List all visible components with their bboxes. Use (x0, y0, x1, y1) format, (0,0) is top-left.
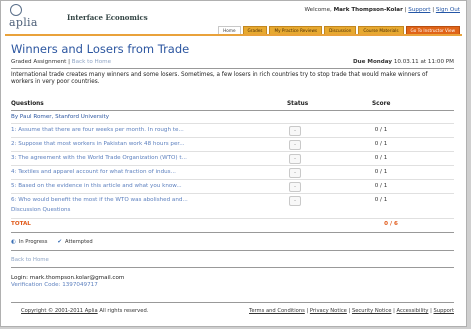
status-indicator: - (289, 196, 301, 206)
question-rows: 1: Assume that there are four weeks per … (11, 123, 454, 207)
back-to-home-bottom-link[interactable]: Back to Home (11, 257, 49, 263)
accessibility-link[interactable]: Accessibility (397, 308, 429, 314)
header-divider (11, 110, 454, 111)
question-link[interactable]: 4: Textiles and apparel account for what… (11, 169, 176, 175)
page-title: Winners and Losers from Trade (11, 42, 190, 56)
title-divider (11, 68, 454, 69)
user-name: Mark Thompson-Kolar (333, 7, 403, 13)
author-link[interactable]: By Paul Romer, Stanford University (11, 114, 109, 120)
legend-in-progress-label: In Progress (18, 239, 48, 245)
status-indicator: - (289, 182, 301, 192)
table-row: 4: Textiles and apparel account for what… (11, 165, 454, 179)
status-indicator: - (289, 140, 301, 150)
due-info: Due Monday 10.03.11 at 11:00 PM (353, 59, 454, 65)
table-row: 5: Based on the evidence in this article… (11, 179, 454, 193)
nav-divider (5, 34, 462, 36)
bottom-divider (11, 267, 454, 268)
verification-code: Verification Code: 1397049717 (11, 282, 98, 288)
privacy-link[interactable]: Privacy Notice (310, 308, 347, 314)
status-indicator: - (289, 154, 301, 164)
total-divider (11, 232, 454, 233)
legend-attempted-label: Attempted (65, 239, 93, 245)
sign-out-link[interactable]: Sign Out (436, 7, 460, 13)
status-legend: ◐ In Progress ✔ Attempted (11, 239, 93, 245)
question-score: 0 / 1 (374, 127, 388, 133)
table-row: 6: Who would benefit the most if the WTO… (11, 193, 454, 207)
total-label: TOTAL (11, 221, 31, 227)
table-row: 2: Suppose that most workers in Pakistan… (11, 137, 454, 151)
support-link[interactable]: Support (408, 7, 430, 13)
table-header: Questions Status Score (11, 101, 454, 109)
status-indicator: - (289, 168, 301, 178)
question-link[interactable]: 3: The agreement with the World Trade Or… (11, 155, 187, 161)
back-to-home-link[interactable]: Back to Home (72, 59, 111, 65)
question-link[interactable]: 5: Based on the evidence in this article… (11, 183, 182, 189)
login-info: Login: mark.thompson.kolar@gmail.com (11, 275, 125, 281)
course-name: Interface Economics (67, 13, 148, 22)
question-link[interactable]: 2: Suppose that most workers in Pakistan… (11, 141, 185, 147)
question-score: 0 / 1 (374, 183, 388, 189)
intro-text: International trade creates many winners… (11, 72, 428, 86)
page: aplia Interface Economics Welcome, Mark … (0, 0, 467, 327)
col-questions: Questions (11, 101, 44, 107)
welcome-bar: Welcome, Mark Thompson-Kolar | Support |… (304, 7, 460, 13)
legend-divider (11, 250, 454, 251)
footer-support-link[interactable]: Support (433, 308, 454, 314)
logo-text: aplia (9, 16, 38, 29)
table-row: 1: Assume that there are four weeks per … (11, 123, 454, 137)
copyright-link[interactable]: Copyright © 2001-2011 Aplia (21, 308, 98, 314)
col-score: Score (372, 101, 391, 107)
col-status: Status (287, 101, 309, 107)
footer-links: Terms and Conditions | Privacy Notice | … (249, 308, 454, 314)
footer-copyright: Copyright © 2001-2011 Aplia All rights r… (21, 308, 148, 314)
legend-attempted: ✔ Attempted (57, 239, 92, 245)
attempted-icon: ✔ (57, 239, 63, 245)
table-row: 3: The agreement with the World Trade Or… (11, 151, 454, 165)
total-row: TOTAL 0 / 6 (11, 218, 454, 231)
logo-ring-icon (10, 4, 22, 16)
in-progress-icon: ◐ (11, 239, 16, 245)
terms-link[interactable]: Terms and Conditions (249, 308, 305, 314)
total-score: 0 / 6 (384, 221, 398, 227)
welcome-prefix: Welcome, (304, 7, 332, 13)
assignment-subbar: Graded Assignment | Back to Home Due Mon… (11, 59, 454, 65)
due-label: Due Monday (353, 59, 393, 65)
question-score: 0 / 1 (374, 141, 388, 147)
assignment-type: Graded Assignment (11, 59, 67, 65)
footer-divider (11, 302, 454, 303)
due-date: 10.03.11 at 11:00 PM (393, 59, 454, 65)
aplia-logo[interactable]: aplia (9, 4, 47, 32)
question-score: 0 / 1 (374, 197, 388, 203)
rights-text: All rights reserved. (99, 308, 149, 314)
security-link[interactable]: Security Notice (352, 308, 392, 314)
footer: Copyright © 2001-2011 Aplia All rights r… (11, 308, 454, 316)
discussion-questions-link[interactable]: Discussion Questions (11, 207, 70, 213)
question-link[interactable]: 6: Who would benefit the most if the WTO… (11, 197, 188, 203)
legend-in-progress: ◐ In Progress (11, 239, 47, 245)
question-score: 0 / 1 (374, 169, 388, 175)
question-link[interactable]: 1: Assume that there are four weeks per … (11, 127, 184, 133)
question-score: 0 / 1 (374, 155, 388, 161)
status-indicator: - (289, 126, 301, 136)
